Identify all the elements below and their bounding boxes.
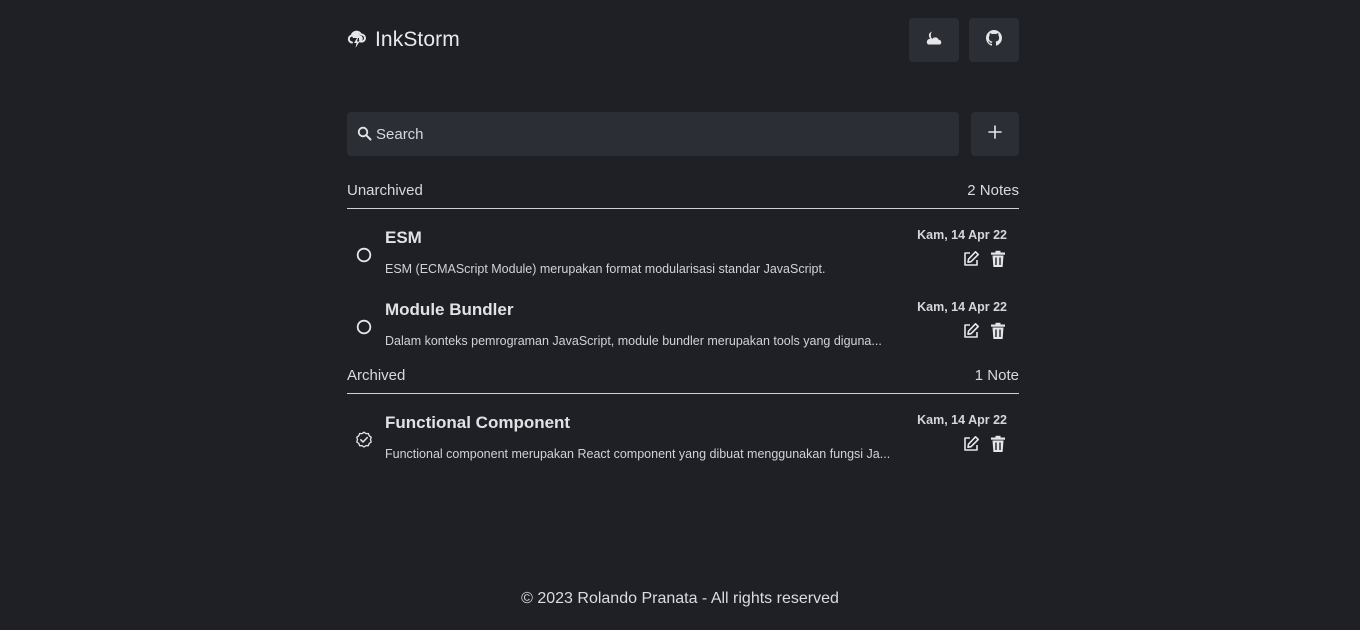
circle-icon[interactable] bbox=[355, 246, 373, 264]
unarchived-section-header: Unarchived 2 Notes bbox=[347, 182, 1019, 209]
trash-icon[interactable] bbox=[989, 250, 1007, 268]
note-title: Module Bundler bbox=[385, 300, 514, 319]
footer-copyright: © 2023 Rolando Pranata - All rights rese… bbox=[521, 590, 839, 607]
section-title: Archived bbox=[347, 367, 406, 384]
app-title: InkStorm bbox=[375, 28, 460, 51]
trash-icon[interactable] bbox=[989, 435, 1007, 453]
add-note-button[interactable] bbox=[971, 112, 1019, 156]
app-header: InkStorm bbox=[347, 18, 1019, 62]
note-date: Kam, 14 Apr 22 bbox=[917, 300, 1007, 314]
section-title: Unarchived bbox=[347, 182, 423, 199]
note-item[interactable]: Functional Component Functional componen… bbox=[347, 413, 1019, 475]
github-icon bbox=[986, 29, 1002, 51]
github-link-button[interactable] bbox=[969, 18, 1019, 62]
note-count: 2 Notes bbox=[967, 182, 1019, 199]
note-date: Kam, 14 Apr 22 bbox=[917, 413, 1007, 427]
note-date: Kam, 14 Apr 22 bbox=[917, 228, 1007, 242]
note-actions bbox=[962, 250, 1007, 270]
edit-icon[interactable] bbox=[962, 250, 980, 268]
theme-toggle-button[interactable] bbox=[909, 18, 959, 62]
note-title: Functional Component bbox=[385, 413, 571, 432]
note-count: 1 Note bbox=[974, 367, 1019, 384]
note-title: ESM bbox=[385, 228, 422, 247]
note-body: Dalam konteks pemrograman JavaScript, mo… bbox=[385, 334, 882, 348]
note-body: Functional component merupakan React com… bbox=[385, 447, 891, 461]
trash-icon[interactable] bbox=[989, 322, 1007, 340]
cloud-lightning-icon bbox=[347, 30, 367, 50]
note-item[interactable]: Module Bundler Dalam konteks pemrograman… bbox=[347, 300, 1019, 362]
note-body: ESM (ECMAScript Module) merupakan format… bbox=[385, 262, 826, 276]
note-item[interactable]: ESM ESM (ECMAScript Module) merupakan fo… bbox=[347, 228, 1019, 290]
note-actions bbox=[962, 435, 1007, 455]
search-box bbox=[347, 112, 959, 156]
search-icon bbox=[357, 126, 372, 141]
brand: InkStorm bbox=[347, 18, 460, 62]
app-page: InkStorm Search Unarchived 2 Notes ESM E… bbox=[0, 0, 1360, 630]
plus-icon bbox=[988, 124, 1002, 144]
circle-icon[interactable] bbox=[355, 318, 373, 336]
edit-icon[interactable] bbox=[962, 435, 980, 453]
note-actions bbox=[962, 322, 1007, 342]
archived-section-header: Archived 1 Note bbox=[347, 367, 1019, 394]
badge-check-icon[interactable] bbox=[355, 431, 373, 449]
moon-cloud-icon bbox=[925, 30, 943, 51]
search-input[interactable] bbox=[376, 112, 951, 156]
edit-icon[interactable] bbox=[962, 322, 980, 340]
search-row bbox=[347, 112, 1019, 156]
